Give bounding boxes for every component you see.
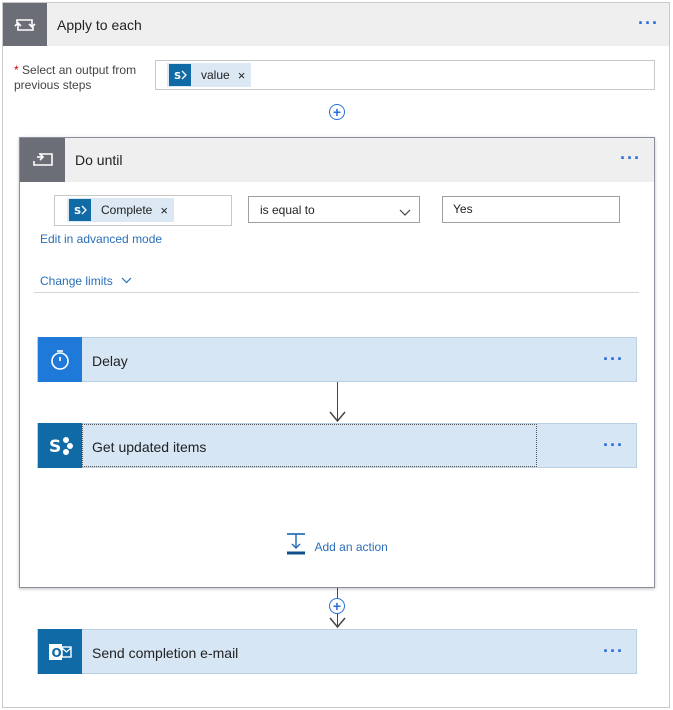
insert-step-button[interactable]: +	[329, 598, 345, 614]
do-until-title: Do until	[75, 152, 123, 168]
change-limits-label: Change limits	[40, 274, 113, 288]
edit-advanced-mode-link[interactable]: Edit in advanced mode	[40, 232, 162, 246]
get-updated-items-title: Get updated items	[92, 439, 207, 455]
add-action-button[interactable]: Add an action	[286, 533, 388, 560]
timer-icon	[38, 337, 82, 382]
chevron-down-icon	[121, 271, 132, 289]
get-updated-items-more-button[interactable]: ···	[603, 436, 624, 454]
select-output-label: Select an output from previous steps	[14, 63, 137, 92]
do-until-more-button[interactable]: ···	[620, 149, 641, 167]
sharepoint-icon: S	[38, 423, 82, 468]
send-email-action[interactable]: O Send completion e-mail ···	[37, 629, 637, 674]
svg-text:S: S	[74, 206, 81, 217]
complete-token-remove-button[interactable]: ×	[160, 203, 168, 218]
delay-title: Delay	[92, 353, 128, 369]
required-star: *	[14, 63, 19, 77]
svg-text:S: S	[174, 71, 181, 82]
svg-text:S: S	[49, 437, 61, 457]
chevron-down-icon	[399, 204, 411, 222]
loop-icon	[3, 3, 47, 46]
send-email-more-button[interactable]: ···	[603, 642, 624, 660]
complete-token[interactable]: S Complete ×	[67, 198, 174, 222]
send-email-title: Send completion e-mail	[92, 645, 239, 661]
add-action-label: Add an action	[314, 539, 388, 554]
outlook-icon: O	[38, 629, 82, 674]
select-output-input[interactable]: S value ×	[155, 60, 655, 90]
required-field-label: * Select an output from previous steps	[14, 63, 139, 93]
delay-action[interactable]: Delay ···	[37, 337, 637, 382]
apply-to-each-more-button[interactable]: ···	[638, 14, 659, 32]
operator-dropdown[interactable]: is equal to	[248, 196, 420, 223]
insert-step-button[interactable]: +	[329, 104, 345, 120]
operator-value: is equal to	[260, 203, 315, 217]
complete-token-label: Complete	[101, 203, 153, 217]
apply-to-each-title: Apply to each	[57, 17, 142, 33]
change-limits-toggle[interactable]: Change limits	[40, 271, 132, 290]
value-token-remove-button[interactable]: ×	[238, 68, 246, 83]
add-action-icon	[286, 533, 306, 560]
sharepoint-icon: S	[69, 199, 91, 221]
value-token-label: value	[201, 68, 230, 82]
get-updated-items-action[interactable]: S Get updated items ···	[37, 423, 637, 468]
condition-left-input[interactable]: S Complete ×	[54, 195, 232, 226]
sharepoint-icon: S	[169, 64, 191, 86]
delay-more-button[interactable]: ···	[603, 350, 624, 368]
value-token[interactable]: S value ×	[167, 63, 252, 87]
condition-right-value: Yes	[453, 202, 473, 216]
condition-right-input[interactable]: Yes	[442, 196, 620, 223]
svg-text:O: O	[52, 646, 62, 660]
do-until-icon	[20, 138, 65, 182]
divider	[34, 292, 639, 293]
